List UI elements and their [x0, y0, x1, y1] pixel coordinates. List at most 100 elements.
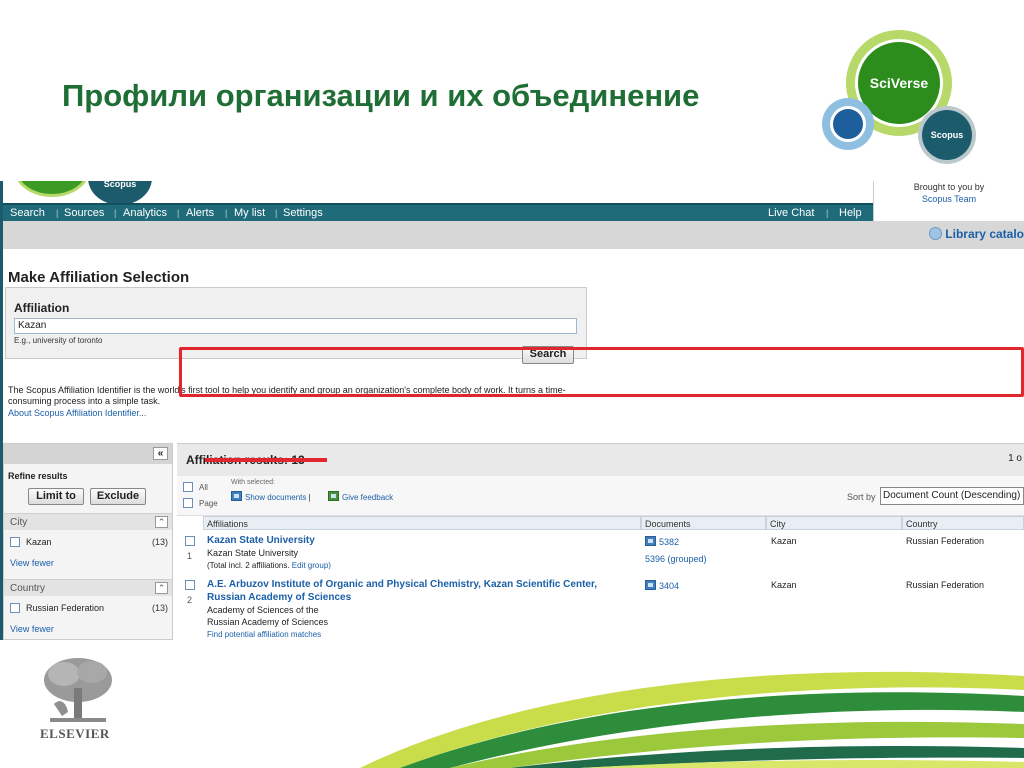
library-catalog-link[interactable]: Library catalo	[929, 227, 1024, 241]
brought-to-you: Brought to you by Scopus Team	[873, 181, 1024, 223]
about-link[interactable]: About Scopus Affiliation Identifier...	[8, 408, 146, 418]
highlight-underline	[205, 458, 327, 462]
scopus-logo: Scopus	[922, 110, 972, 160]
mini-sciverse-logo	[14, 181, 90, 197]
scopus-screenshot: Scopus Brought to you by Scopus Team Sea…	[0, 181, 1024, 640]
column-city[interactable]: City	[766, 516, 902, 530]
checkbox[interactable]	[10, 537, 20, 547]
feedback-icon	[328, 491, 339, 501]
checkbox[interactable]	[183, 482, 193, 492]
nav-my-list[interactable]: My list	[234, 207, 265, 219]
slide-title: Профили организации и их объединение	[62, 78, 700, 113]
highlight-box	[179, 347, 1024, 397]
refine-panel: « Refine results Limit to Exclude City ⌃…	[3, 443, 173, 640]
nav-separator: |	[56, 208, 59, 218]
limit-to-button[interactable]: Limit to	[28, 488, 84, 505]
documents-count: 5382	[659, 537, 680, 547]
chevron-up-icon[interactable]: ⌃	[155, 516, 168, 528]
refine-header: «	[4, 444, 172, 464]
view-fewer-link[interactable]: View fewer	[10, 558, 54, 568]
facet-header-country[interactable]: Country ⌃	[4, 579, 172, 596]
city-value: Kazan	[771, 580, 797, 590]
elsevier-tree-icon	[44, 658, 112, 722]
affiliation-sub: Kazan State University	[207, 548, 299, 558]
globe-icon	[929, 227, 943, 240]
column-documents[interactable]: Documents	[641, 516, 766, 530]
sort-select[interactable]: Document Count (Descending)	[880, 487, 1024, 505]
nav-settings[interactable]: Settings	[283, 207, 323, 219]
nav-analytics[interactable]: Analytics	[123, 207, 167, 219]
nav-search[interactable]: Search	[10, 207, 45, 219]
facet-item-kazan[interactable]: Kazan	[10, 537, 52, 547]
affiliation-name-link[interactable]: Kazan State University	[207, 535, 315, 547]
nav-live-chat[interactable]: Live Chat	[768, 207, 814, 219]
brought-team-link[interactable]: Scopus Team	[874, 193, 1024, 205]
documents-count-link[interactable]: 5382	[645, 536, 679, 548]
affiliation-example: E.g., university of toronto	[14, 336, 103, 345]
documents-count: 3404	[659, 581, 680, 591]
row-number: 2	[187, 595, 193, 605]
brought-by-label: Brought to you by	[913, 182, 985, 192]
facet-country-label: Country	[10, 583, 46, 594]
library-catalog-label: Library catalo	[945, 227, 1024, 241]
nav-separator: |	[114, 208, 117, 218]
documents-icon	[645, 536, 656, 546]
select-page-label: Page	[199, 499, 218, 508]
column-country[interactable]: Country	[902, 516, 1024, 530]
nav-sources[interactable]: Sources	[64, 207, 104, 219]
row-checkbox[interactable]	[185, 580, 201, 590]
nav-separator: |	[275, 208, 278, 218]
affiliation-input[interactable]: Kazan	[14, 318, 577, 334]
affiliation-name-link[interactable]: A.E. Arbuzov Institute of Organic and Ph…	[207, 579, 597, 591]
city-value: Kazan	[771, 536, 797, 546]
affiliation-total: (Total incl. 2 affiliations. Edit group)	[207, 560, 331, 571]
facet-city-label: City	[10, 517, 28, 528]
facet-count: (13)	[151, 603, 168, 613]
country-value: Russian Federation	[906, 580, 985, 590]
give-feedback-label: Give feedback	[342, 493, 394, 502]
row-checkbox[interactable]	[185, 536, 201, 546]
with-selected-label: With selected:	[231, 479, 275, 486]
give-feedback-link[interactable]: Give feedback	[328, 491, 393, 502]
refine-title: Refine results	[8, 471, 68, 481]
show-documents-link[interactable]: Show documents |	[231, 491, 311, 502]
nav-separator: |	[225, 208, 228, 218]
exclude-button[interactable]: Exclude	[90, 488, 146, 505]
select-page[interactable]: Page	[183, 498, 218, 508]
checkbox[interactable]	[185, 536, 195, 546]
results-toolbar: All Page With selected: Show documents |…	[177, 476, 1024, 516]
country-value: Russian Federation	[906, 536, 985, 546]
sort-by-label: Sort by	[847, 492, 876, 502]
nav-alerts[interactable]: Alerts	[186, 207, 214, 219]
edit-group-link[interactable]: Edit group)	[292, 561, 331, 570]
nav-separator: |	[177, 208, 180, 218]
facet-count: (13)	[151, 537, 168, 547]
facet-item-russian-federation[interactable]: Russian Federation	[10, 603, 104, 613]
select-all[interactable]: All	[183, 482, 208, 492]
facet-header-city[interactable]: City ⌃	[4, 513, 172, 530]
grouped-count-link[interactable]: 5396 (grouped)	[645, 554, 707, 565]
toolbar-strip: Library catalo	[3, 221, 1024, 249]
checkbox[interactable]	[183, 498, 193, 508]
show-documents-label: Show documents	[245, 493, 307, 502]
row-number: 1	[187, 551, 193, 561]
chevron-up-icon[interactable]: ⌃	[155, 582, 168, 594]
nav-help[interactable]: Help	[839, 207, 862, 219]
scopus-header: Scopus	[0, 181, 1024, 205]
documents-count-link[interactable]: 3404	[645, 580, 679, 592]
affiliation-total-text: (Total incl. 2 affiliations.	[207, 561, 290, 570]
checkbox[interactable]	[10, 603, 20, 613]
documents-icon	[645, 580, 656, 590]
collapse-panel-button[interactable]: «	[153, 447, 168, 460]
page-title: Make Affiliation Selection	[8, 269, 190, 286]
checkbox[interactable]	[185, 580, 195, 590]
affiliation-label: Affiliation	[14, 301, 70, 315]
documents-icon	[231, 491, 242, 501]
column-affiliations[interactable]: Affiliations	[203, 516, 641, 530]
nav-separator: |	[826, 208, 829, 218]
results-pagination: 1 o	[1008, 453, 1022, 464]
main-nav: Search | Sources | Analytics | Alerts | …	[3, 203, 873, 221]
affiliation-name-link-line2[interactable]: Russian Academy of Sciences	[207, 592, 351, 604]
elsevier-wordmark: ELSEVIER	[40, 726, 110, 741]
decorative-swoosh	[360, 671, 1024, 768]
